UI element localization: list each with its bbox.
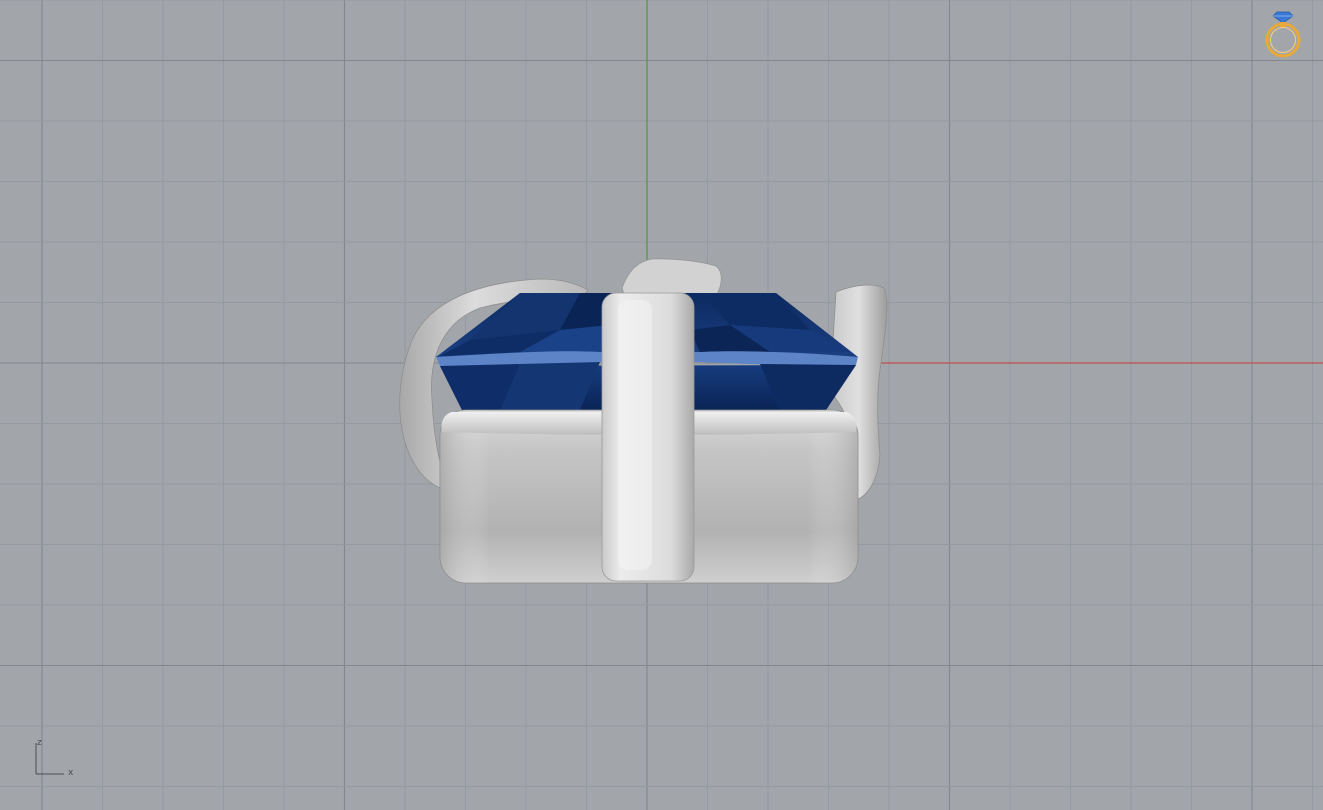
x-axis-label: x — [68, 768, 74, 778]
3d-viewport[interactable]: z x — [0, 0, 1323, 810]
ring-icon[interactable] — [1260, 8, 1306, 62]
ring-model[interactable] — [399, 258, 888, 584]
ring-icon-graphic — [1265, 11, 1301, 58]
axis-gizmo: z x — [30, 735, 80, 781]
z-axis-label: z — [37, 738, 42, 748]
viewport-scene — [0, 0, 1323, 810]
ring-prong-front-highlight — [618, 300, 652, 570]
